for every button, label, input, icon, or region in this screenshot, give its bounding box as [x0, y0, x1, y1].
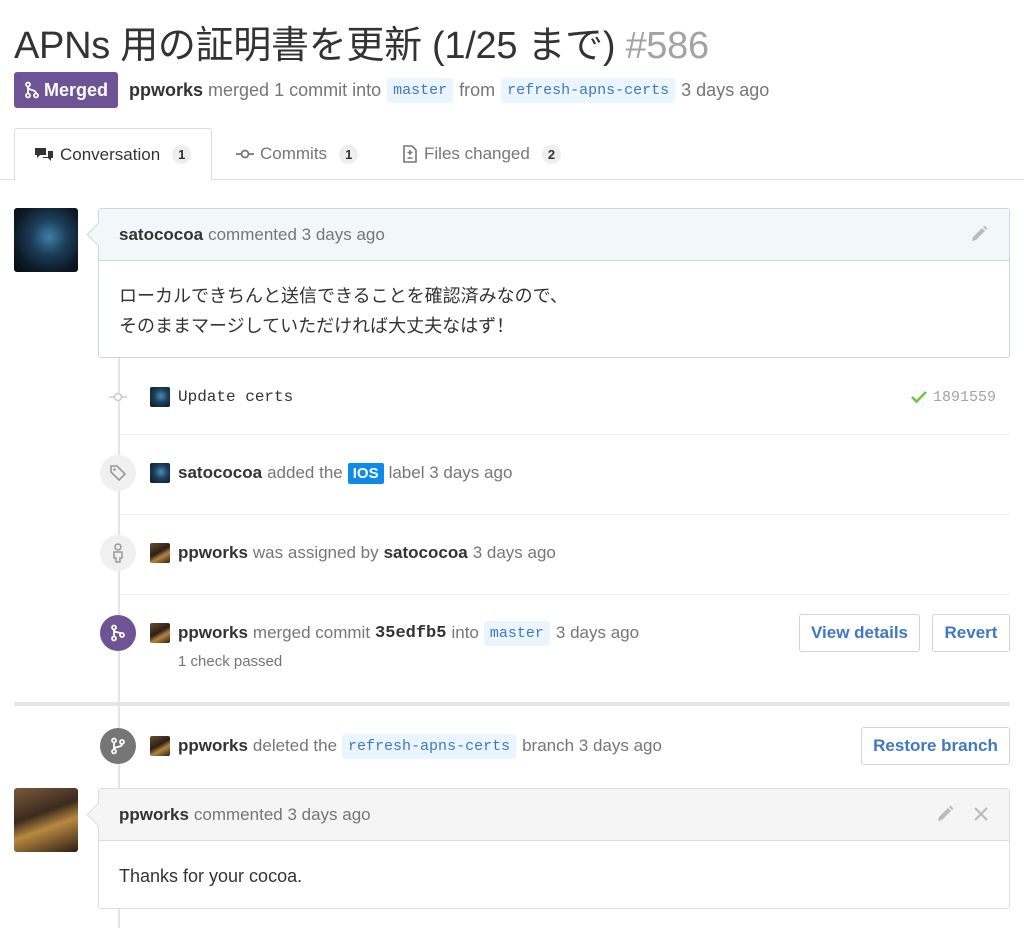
merge-text1: merged commit: [252, 623, 371, 642]
merge-sha[interactable]: 35edfb5: [375, 624, 446, 643]
tag-icon: [110, 465, 127, 482]
event-badge: [100, 535, 136, 571]
merge-time: 3 days ago: [555, 623, 640, 642]
commit-message[interactable]: Update certs: [178, 388, 293, 406]
avatar-mini[interactable]: [150, 736, 170, 756]
merge-text2: into: [451, 623, 479, 642]
state-label: Merged: [44, 79, 109, 100]
commit-sha-group: 1891559: [910, 389, 996, 406]
label-actor[interactable]: satococoa: [178, 463, 262, 483]
label-text2: label 3 days ago: [388, 463, 513, 482]
git-branch-icon: [111, 737, 125, 755]
diff-icon: [403, 145, 417, 163]
tab-commits-count: 1: [339, 144, 359, 164]
pencil-icon[interactable]: [935, 804, 955, 824]
label-text1: added the: [267, 463, 343, 482]
pencil-icon[interactable]: [969, 224, 989, 244]
assign-event: ppworks was assigned by satococoa 3 days…: [100, 535, 1010, 571]
git-commit-icon: [100, 391, 136, 403]
event-badge: [100, 615, 136, 651]
assign-text: was assigned by: [252, 543, 379, 562]
restore-branch-button[interactable]: Restore branch: [861, 727, 1010, 765]
avatar-satococoa[interactable]: [14, 208, 78, 272]
head-branch[interactable]: refresh-apns-certs: [501, 77, 676, 103]
comment-action: commented 3 days ago: [208, 224, 385, 244]
delete-actor[interactable]: ppworks: [178, 736, 248, 756]
comment-text: Thanks for your cocoa.: [119, 866, 303, 886]
comment-line: ローカルできちんと送信できることを確認済みなので、: [119, 286, 568, 306]
git-merge-icon: [25, 81, 39, 99]
merged-text: merged 1 commit into: [208, 79, 382, 100]
divider: [120, 514, 1010, 515]
pr-time: 3 days ago: [681, 79, 770, 100]
label-event: satococoa added the IOS label 3 days ago: [100, 455, 1010, 491]
delete-text1: deleted the: [252, 736, 338, 755]
tab-conversation-count: 1: [172, 145, 192, 164]
assigner[interactable]: satococoa: [384, 543, 468, 563]
comment-header: ppworks commented 3 days ago: [99, 789, 1009, 841]
ios-label[interactable]: IOS: [347, 462, 384, 484]
timeline-divider: [14, 702, 1010, 706]
pr-tabs: Conversation 1 Commits 1 Files changed 2: [0, 128, 1024, 181]
commit-event: Update certs 1891559: [100, 378, 1010, 416]
view-details-button[interactable]: View details: [799, 614, 920, 652]
tab-conversation[interactable]: Conversation 1: [14, 128, 212, 181]
avatar-mini[interactable]: [150, 623, 170, 643]
merged-state-badge: Merged: [14, 72, 119, 108]
divider: [120, 434, 1010, 435]
check-icon[interactable]: [910, 390, 928, 404]
avatar-mini[interactable]: [150, 387, 170, 407]
deleted-branch[interactable]: refresh-apns-certs: [342, 733, 517, 759]
person-icon: [113, 543, 123, 563]
assign-time: 3 days ago: [472, 543, 556, 562]
comment-discussion-icon: [35, 147, 53, 161]
commit-sha[interactable]: 1891559: [933, 389, 996, 406]
merge-branch[interactable]: master: [483, 620, 550, 646]
divider: [120, 594, 1010, 595]
checks-status[interactable]: 1 check passed: [178, 653, 282, 670]
comment-header: satococoa commented 3 days ago: [99, 209, 1009, 261]
pr-author[interactable]: ppworks: [129, 80, 203, 101]
comment-action: commented 3 days ago: [193, 804, 371, 824]
comment-line: そのままマージしていただければ大丈夫なはず！: [119, 316, 515, 336]
pr-meta: Merged ppworks merged 1 commit into mast…: [14, 72, 769, 108]
tab-commits-label: Commits: [260, 144, 328, 163]
event-badge: [100, 728, 136, 764]
comment-author[interactable]: satococoa: [119, 225, 203, 245]
git-commit-icon: [236, 149, 254, 159]
git-merge-icon: [111, 624, 125, 642]
comment-body: Thanks for your cocoa.: [99, 841, 1009, 911]
pr-title: APNs 用の証明書を更新 (1/25 まで): [14, 25, 616, 67]
comment-author[interactable]: ppworks: [119, 805, 189, 825]
tab-files-changed-count: 2: [541, 144, 562, 164]
merge-actor[interactable]: ppworks: [178, 623, 248, 643]
tab-conversation-label: Conversation: [60, 144, 161, 164]
event-badge: [100, 455, 136, 491]
timeline-line: [118, 908, 120, 928]
tab-commits[interactable]: Commits 1: [236, 128, 359, 180]
comment-ppworks: ppworks commented 3 days ago Thanks for …: [98, 788, 1010, 909]
avatar-mini[interactable]: [150, 543, 170, 563]
tab-files-changed[interactable]: Files changed 2: [402, 128, 562, 180]
close-icon[interactable]: [973, 806, 989, 822]
delete-text2: branch 3 days ago: [522, 736, 662, 755]
from-text: from: [459, 79, 496, 100]
base-branch[interactable]: master: [387, 77, 454, 103]
revert-button[interactable]: Revert: [932, 614, 1010, 652]
avatar-ppworks[interactable]: [14, 788, 78, 852]
pr-number: #586: [625, 25, 709, 67]
comment-body: ローカルできちんと送信できることを確認済みなので、 そのままマージしていただけれ…: [99, 261, 1009, 361]
tab-files-changed-label: Files changed: [424, 144, 530, 163]
page-title: APNs 用の証明書を更新 (1/25 まで) #586: [14, 14, 709, 69]
comment-satococoa: satococoa commented 3 days ago ローカルできちんと…: [98, 208, 1010, 358]
assignee[interactable]: ppworks: [178, 543, 248, 563]
avatar-mini[interactable]: [150, 463, 170, 483]
